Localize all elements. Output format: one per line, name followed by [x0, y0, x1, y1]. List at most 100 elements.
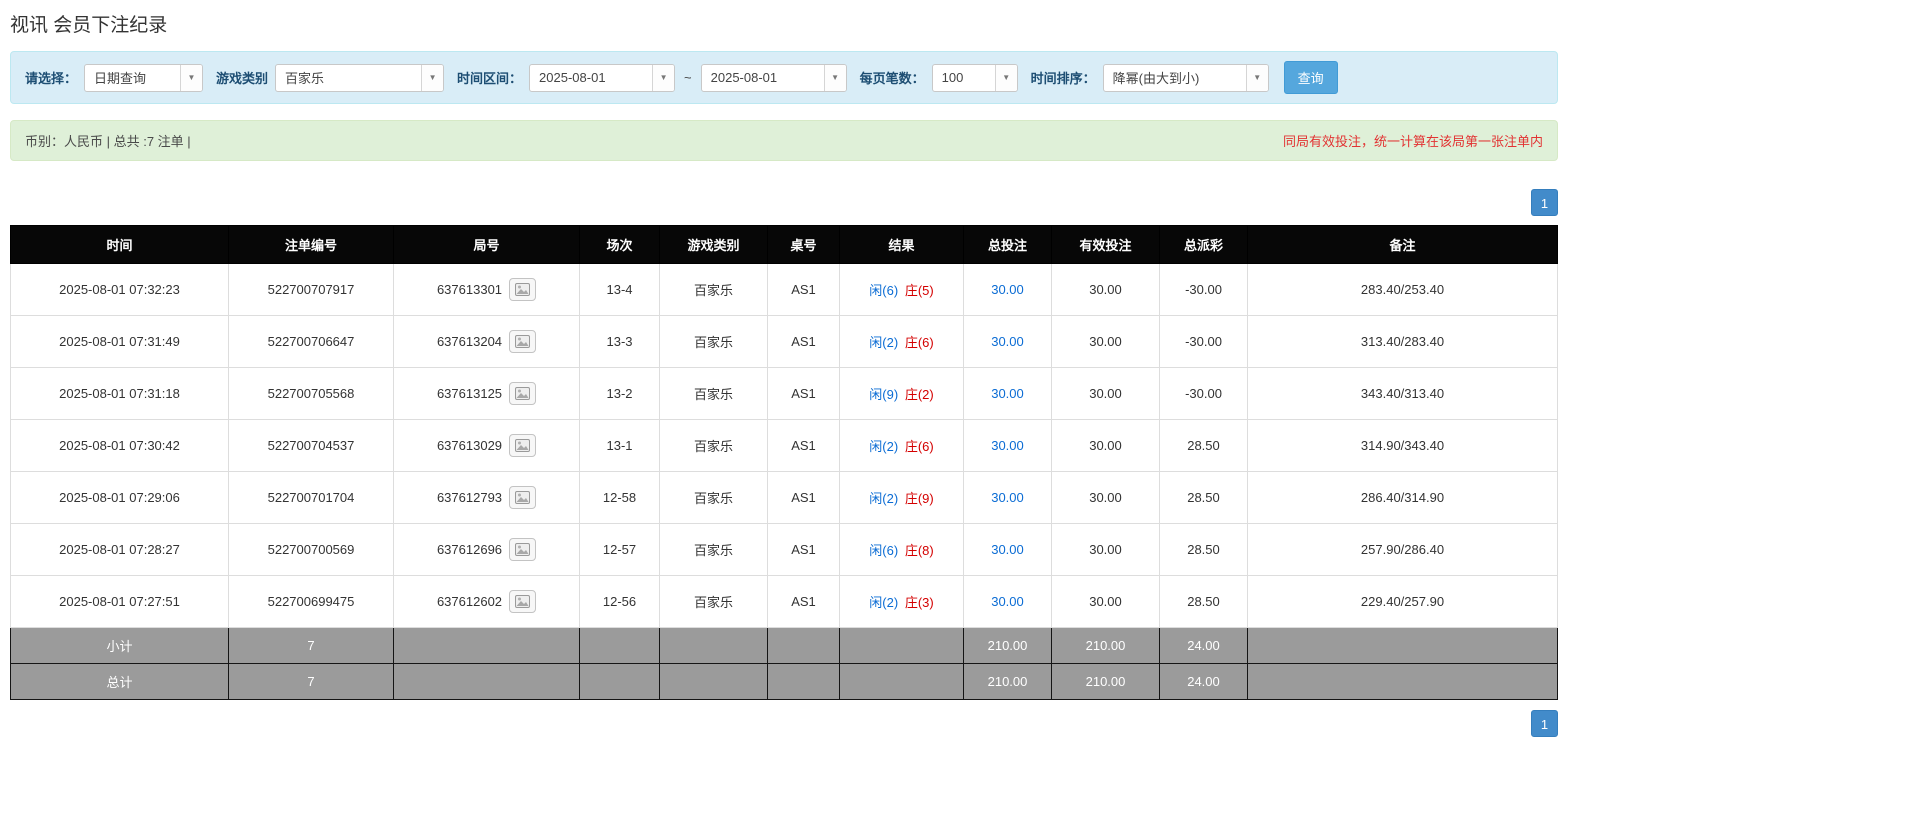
chevron-down-icon[interactable]: ▼ [652, 64, 675, 91]
cell-order-id: 522700700569 [228, 523, 394, 576]
total-bet-link[interactable]: 30.00 [991, 542, 1024, 557]
page-size-label: 每页笔数： [859, 71, 925, 86]
search-button[interactable]: 查询 [1283, 61, 1338, 94]
subtotal-total-bet: 210.00 [963, 627, 1052, 664]
cell-total-bet: 30.00 [963, 315, 1052, 368]
empty-cell [579, 627, 660, 664]
result-banker: 庄(8) [904, 543, 934, 558]
date-to-value: 2025-08-01 [710, 70, 778, 85]
cell-payout: 28.50 [1159, 523, 1248, 576]
date-range-separator: ~ [684, 70, 692, 85]
cell-note: 313.40/283.40 [1247, 315, 1558, 368]
cell-round-id: 637612602 [393, 575, 580, 628]
cell-order-id: 522700705568 [228, 367, 394, 420]
round-id-text: 637613029 [436, 438, 503, 453]
empty-cell [1247, 627, 1558, 664]
header-game-type: 游戏类别 [659, 225, 768, 264]
cell-order-id: 522700699475 [228, 575, 394, 628]
total-bet-link[interactable]: 30.00 [991, 386, 1024, 401]
sort-select[interactable]: 降幂(由大到小) ▼ [1102, 63, 1269, 92]
header-time: 时间 [10, 225, 229, 264]
cell-note: 286.40/314.90 [1247, 471, 1558, 524]
filter-bar: 请选择： 日期查询 ▼ 游戏类别 百家乐 ▼ 时间区间： 2025-08-01 … [10, 51, 1558, 104]
cell-note: 314.90/343.40 [1247, 419, 1558, 472]
cell-payout: 28.50 [1159, 471, 1248, 524]
cell-round-id: 637613204 [393, 315, 580, 368]
chevron-down-icon[interactable]: ▼ [180, 64, 203, 91]
header-result: 结果 [839, 225, 964, 264]
pagination-bottom: 1 [10, 710, 1558, 737]
sort-label: 时间排序： [1030, 71, 1096, 86]
cell-session: 12-58 [579, 471, 660, 524]
chevron-down-icon[interactable]: ▼ [421, 64, 444, 91]
subtotal-label: 小计 [10, 627, 229, 664]
cell-valid-bet: 30.00 [1051, 263, 1160, 316]
cell-result: 闲(2) 庄(6) [839, 315, 964, 368]
subtotal-valid-bet: 210.00 [1051, 627, 1160, 664]
query-type-value: 日期查询 [94, 71, 147, 86]
card-result-icon[interactable] [509, 382, 537, 405]
card-result-icon[interactable] [509, 486, 537, 509]
cell-result: 闲(2) 庄(6) [839, 419, 964, 472]
result-player: 闲(2) [869, 595, 899, 610]
cell-table: AS1 [767, 471, 840, 524]
card-result-icon[interactable] [509, 538, 537, 561]
cell-total-bet: 30.00 [963, 471, 1052, 524]
cell-payout: 28.50 [1159, 419, 1248, 472]
pagination-page-1[interactable]: 1 [1531, 710, 1558, 737]
chevron-down-icon[interactable]: ▼ [823, 64, 846, 91]
header-session: 场次 [579, 225, 660, 264]
result-banker: 庄(9) [904, 491, 934, 506]
card-result-icon[interactable] [509, 330, 537, 353]
cell-game-type: 百家乐 [659, 575, 768, 628]
cell-time: 2025-08-01 07:28:27 [10, 523, 229, 576]
query-type-select[interactable]: 日期查询 ▼ [84, 63, 204, 92]
cell-game-type: 百家乐 [659, 367, 768, 420]
total-bet-link[interactable]: 30.00 [991, 282, 1024, 297]
cell-order-id: 522700704537 [228, 419, 394, 472]
total-bet-link[interactable]: 30.00 [991, 438, 1024, 453]
card-result-icon[interactable] [509, 434, 537, 457]
round-id-text: 637613125 [436, 386, 503, 401]
empty-cell [839, 663, 964, 700]
records-table: 时间 注单编号 局号 场次 游戏类别 桌号 结果 总投注 有效投注 总派彩 备注… [10, 225, 1558, 700]
total-bet-link[interactable]: 30.00 [991, 334, 1024, 349]
cell-valid-bet: 30.00 [1051, 471, 1160, 524]
cell-payout: -30.00 [1159, 263, 1248, 316]
chevron-down-icon[interactable]: ▼ [994, 64, 1017, 91]
date-to-select[interactable]: 2025-08-01 ▼ [700, 63, 847, 92]
card-result-icon[interactable] [509, 278, 537, 301]
cell-result: 闲(6) 庄(5) [839, 263, 964, 316]
cell-session: 13-2 [579, 367, 660, 420]
total-total-bet: 210.00 [963, 663, 1052, 700]
page-size-select[interactable]: 100 ▼ [931, 63, 1018, 92]
date-from-value: 2025-08-01 [539, 70, 606, 85]
game-type-label: 游戏类别 [216, 71, 269, 86]
header-order-id: 注单编号 [228, 225, 394, 264]
currency-total-text: 币别：人民币 | 总共 :7 注单 | [25, 134, 191, 149]
table-body: 2025-08-01 07:32:23 522700707917 6376133… [10, 263, 1558, 628]
card-result-icon[interactable] [509, 590, 537, 613]
cell-time: 2025-08-01 07:32:23 [10, 263, 229, 316]
empty-cell [839, 627, 964, 664]
cell-payout: -30.00 [1159, 367, 1248, 420]
empty-cell [659, 663, 768, 700]
total-bet-link[interactable]: 30.00 [991, 594, 1024, 609]
total-bet-link[interactable]: 30.00 [991, 490, 1024, 505]
summary-bar: 币别：人民币 | 总共 :7 注单 | 同局有效投注，统一计算在该局第一张注单内 [10, 120, 1558, 161]
result-player: 闲(9) [869, 387, 899, 402]
date-from-select[interactable]: 2025-08-01 ▼ [529, 63, 676, 92]
chevron-down-icon[interactable]: ▼ [1245, 64, 1268, 91]
game-type-select[interactable]: 百家乐 ▼ [275, 63, 445, 92]
cell-table: AS1 [767, 575, 840, 628]
header-payout: 总派彩 [1159, 225, 1248, 264]
round-id-text: 637613204 [436, 334, 503, 349]
empty-cell [393, 663, 580, 700]
table-footer: 小计 7 210.00 210.00 24.00 总计 7 210.00 210… [10, 627, 1558, 700]
header-valid-bet: 有效投注 [1051, 225, 1160, 264]
empty-cell [1247, 663, 1558, 700]
pagination-page-1[interactable]: 1 [1531, 189, 1558, 216]
cell-order-id: 522700701704 [228, 471, 394, 524]
cell-total-bet: 30.00 [963, 523, 1052, 576]
page: 视讯 会员下注纪录 请选择： 日期查询 ▼ 游戏类别 百家乐 ▼ 时间区间： 2… [10, 10, 1558, 737]
